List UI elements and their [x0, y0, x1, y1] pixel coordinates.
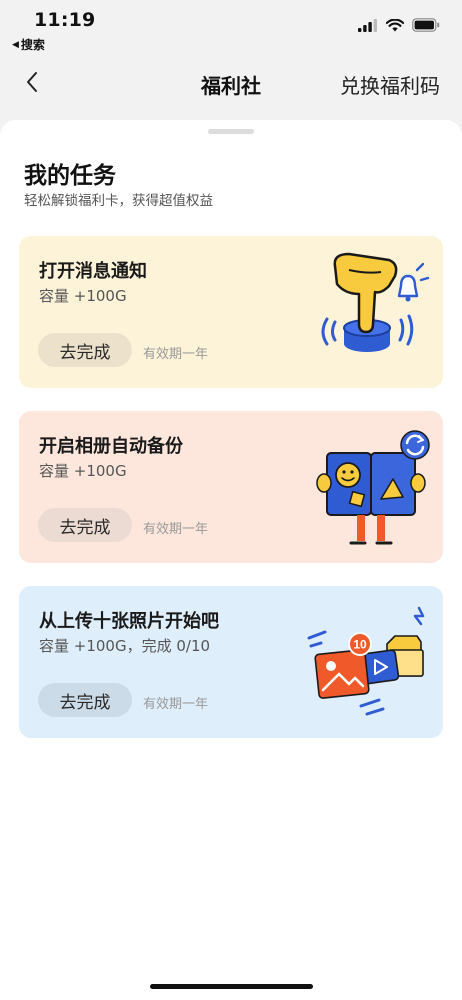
notification-bell-icon [321, 252, 430, 352]
task-card-notification[interactable]: 打开消息通知 容量 +100G 去完成 有效期一年 [19, 236, 443, 388]
task-reward: 容量 +100G [39, 462, 127, 480]
album-backup-icon [316, 430, 430, 545]
task-validity: 有效期一年 [143, 347, 209, 362]
wifi-icon [386, 18, 404, 31]
complete-task-button[interactable]: 去完成 [38, 683, 132, 717]
signal-icon [358, 18, 377, 32]
complete-task-button[interactable]: 去完成 [38, 508, 132, 542]
task-title: 打开消息通知 [39, 261, 147, 282]
redeem-code-button[interactable]: 兑换福利码 [340, 70, 440, 99]
section-title: 我的任务 [24, 163, 116, 189]
complete-task-button[interactable]: 去完成 [38, 333, 132, 367]
status-time: 11:19 [34, 9, 96, 31]
status-icons [358, 18, 440, 32]
back-triangle-icon: ◀ [12, 39, 19, 50]
battery-icon [412, 18, 440, 32]
back-button[interactable] [18, 66, 46, 98]
upload-photos-icon: 10 [307, 606, 425, 716]
task-sheet: 我的任务 轻松解锁福利卡，获得超值权益 打开消息通知 容量 +100G 去完成 … [0, 120, 462, 1000]
task-card-album-backup[interactable]: 开启相册自动备份 容量 +100G 去完成 有效期一年 [19, 411, 443, 563]
section-subtitle: 轻松解锁福利卡，获得超值权益 [24, 193, 213, 209]
back-to-app[interactable]: ◀ 搜索 [12, 36, 45, 53]
sheet-handle[interactable] [208, 129, 254, 134]
task-validity: 有效期一年 [143, 522, 209, 537]
task-reward: 容量 +100G [39, 287, 127, 305]
status-bar: 11:19 ◀ 搜索 [0, 0, 462, 56]
task-title: 开启相册自动备份 [39, 436, 183, 457]
task-reward: 容量 +100G，完成 0/10 [39, 637, 211, 655]
navigation-bar: 福利社 兑换福利码 [0, 56, 462, 112]
chevron-left-icon [27, 72, 37, 92]
task-card-upload-photos[interactable]: 从上传十张照片开始吧 容量 +100G，完成 0/10 去完成 有效期一年 10 [19, 586, 443, 738]
task-validity: 有效期一年 [143, 697, 209, 712]
back-app-label: 搜索 [20, 38, 45, 52]
home-indicator [150, 984, 313, 989]
upload-count-badge: 10 [353, 638, 367, 652]
task-title: 从上传十张照片开始吧 [39, 611, 219, 632]
